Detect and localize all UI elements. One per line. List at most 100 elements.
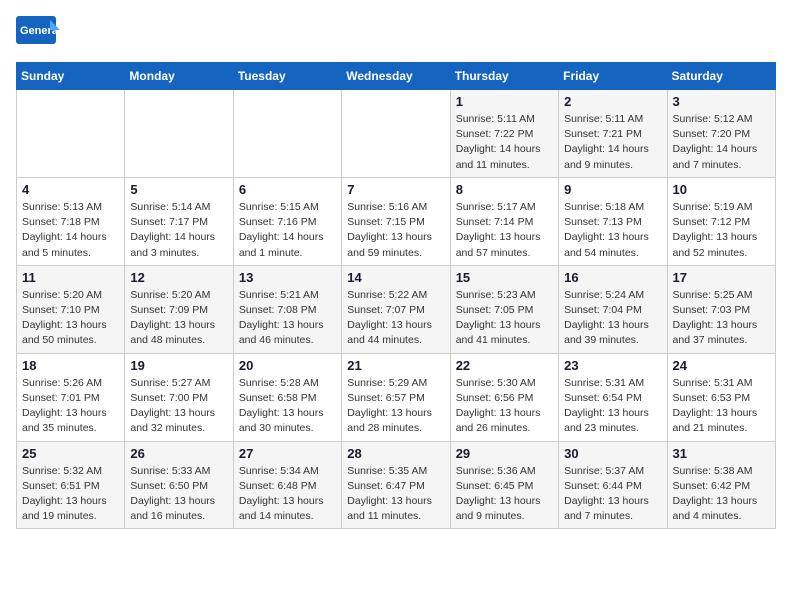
day-number: 25	[22, 446, 119, 461]
calendar-cell: 9 Sunrise: 5:18 AMSunset: 7:13 PMDaylight…	[559, 177, 667, 265]
day-info: Sunrise: 5:32 AMSunset: 6:51 PMDaylight:…	[22, 464, 119, 525]
calendar-cell: 3 Sunrise: 5:12 AMSunset: 7:20 PMDaylight…	[667, 90, 775, 178]
day-number: 29	[456, 446, 553, 461]
day-number: 5	[130, 182, 227, 197]
day-number: 21	[347, 358, 444, 373]
calendar-week-row: 4 Sunrise: 5:13 AMSunset: 7:18 PMDaylight…	[17, 177, 776, 265]
page-header: General	[16, 16, 776, 54]
day-number: 6	[239, 182, 336, 197]
day-info: Sunrise: 5:22 AMSunset: 7:07 PMDaylight:…	[347, 288, 444, 349]
day-number: 13	[239, 270, 336, 285]
day-number: 16	[564, 270, 661, 285]
day-info: Sunrise: 5:38 AMSunset: 6:42 PMDaylight:…	[673, 464, 770, 525]
header-wednesday: Wednesday	[342, 63, 450, 90]
day-info: Sunrise: 5:14 AMSunset: 7:17 PMDaylight:…	[130, 200, 227, 261]
calendar-cell: 29 Sunrise: 5:36 AMSunset: 6:45 PMDayligh…	[450, 441, 558, 529]
day-info: Sunrise: 5:27 AMSunset: 7:00 PMDaylight:…	[130, 376, 227, 437]
calendar-cell: 19 Sunrise: 5:27 AMSunset: 7:00 PMDayligh…	[125, 353, 233, 441]
calendar-cell: 20 Sunrise: 5:28 AMSunset: 6:58 PMDayligh…	[233, 353, 341, 441]
calendar-cell	[17, 90, 125, 178]
calendar-cell: 22 Sunrise: 5:30 AMSunset: 6:56 PMDayligh…	[450, 353, 558, 441]
calendar-cell: 27 Sunrise: 5:34 AMSunset: 6:48 PMDayligh…	[233, 441, 341, 529]
day-info: Sunrise: 5:31 AMSunset: 6:53 PMDaylight:…	[673, 376, 770, 437]
day-number: 3	[673, 94, 770, 109]
calendar-cell	[233, 90, 341, 178]
calendar-cell: 13 Sunrise: 5:21 AMSunset: 7:08 PMDayligh…	[233, 265, 341, 353]
day-number: 4	[22, 182, 119, 197]
day-number: 24	[673, 358, 770, 373]
header-friday: Friday	[559, 63, 667, 90]
calendar-cell: 30Sunrise: 5:37 AMSunset: 6:44 PMDayligh…	[559, 441, 667, 529]
day-number: 1	[456, 94, 553, 109]
calendar-cell: 25 Sunrise: 5:32 AMSunset: 6:51 PMDayligh…	[17, 441, 125, 529]
calendar-cell: 31Sunrise: 5:38 AMSunset: 6:42 PMDayligh…	[667, 441, 775, 529]
day-number: 18	[22, 358, 119, 373]
calendar-cell: 12 Sunrise: 5:20 AMSunset: 7:09 PMDayligh…	[125, 265, 233, 353]
day-info: Sunrise: 5:20 AMSunset: 7:10 PMDaylight:…	[22, 288, 119, 349]
calendar-cell: 7Sunrise: 5:16 AMSunset: 7:15 PMDaylight…	[342, 177, 450, 265]
day-info: Sunrise: 5:15 AMSunset: 7:16 PMDaylight:…	[239, 200, 336, 261]
day-info: Sunrise: 5:13 AMSunset: 7:18 PMDaylight:…	[22, 200, 119, 261]
calendar-cell: 1Sunrise: 5:11 AMSunset: 7:22 PMDaylight…	[450, 90, 558, 178]
day-number: 20	[239, 358, 336, 373]
calendar-cell: 26 Sunrise: 5:33 AMSunset: 6:50 PMDayligh…	[125, 441, 233, 529]
day-info: Sunrise: 5:19 AMSunset: 7:12 PMDaylight:…	[673, 200, 770, 261]
day-info: Sunrise: 5:24 AMSunset: 7:04 PMDaylight:…	[564, 288, 661, 349]
day-number: 14	[347, 270, 444, 285]
day-info: Sunrise: 5:36 AMSunset: 6:45 PMDaylight:…	[456, 464, 553, 525]
day-number: 26	[130, 446, 227, 461]
calendar-cell: 15 Sunrise: 5:23 AMSunset: 7:05 PMDayligh…	[450, 265, 558, 353]
day-info: Sunrise: 5:31 AMSunset: 6:54 PMDaylight:…	[564, 376, 661, 437]
day-number: 27	[239, 446, 336, 461]
calendar-cell: 8 Sunrise: 5:17 AMSunset: 7:14 PMDaylight…	[450, 177, 558, 265]
day-info: Sunrise: 5:18 AMSunset: 7:13 PMDaylight:…	[564, 200, 661, 261]
day-number: 23	[564, 358, 661, 373]
header-sunday: Sunday	[17, 63, 125, 90]
logo-icon: General	[16, 16, 60, 52]
day-number: 8	[456, 182, 553, 197]
calendar-table: SundayMondayTuesdayWednesdayThursdayFrid…	[16, 62, 776, 529]
day-info: Sunrise: 5:20 AMSunset: 7:09 PMDaylight:…	[130, 288, 227, 349]
calendar-week-row: 1Sunrise: 5:11 AMSunset: 7:22 PMDaylight…	[17, 90, 776, 178]
day-info: Sunrise: 5:33 AMSunset: 6:50 PMDaylight:…	[130, 464, 227, 525]
calendar-cell: 17Sunrise: 5:25 AMSunset: 7:03 PMDayligh…	[667, 265, 775, 353]
calendar-week-row: 11Sunrise: 5:20 AMSunset: 7:10 PMDayligh…	[17, 265, 776, 353]
calendar-cell: 21Sunrise: 5:29 AMSunset: 6:57 PMDayligh…	[342, 353, 450, 441]
day-info: Sunrise: 5:35 AMSunset: 6:47 PMDaylight:…	[347, 464, 444, 525]
header-tuesday: Tuesday	[233, 63, 341, 90]
day-number: 7	[347, 182, 444, 197]
day-info: Sunrise: 5:11 AMSunset: 7:21 PMDaylight:…	[564, 112, 661, 173]
calendar-cell: 24 Sunrise: 5:31 AMSunset: 6:53 PMDayligh…	[667, 353, 775, 441]
calendar-cell: 4 Sunrise: 5:13 AMSunset: 7:18 PMDaylight…	[17, 177, 125, 265]
header-monday: Monday	[125, 63, 233, 90]
day-number: 22	[456, 358, 553, 373]
day-number: 10	[673, 182, 770, 197]
calendar-cell	[125, 90, 233, 178]
day-number: 15	[456, 270, 553, 285]
calendar-cell: 6 Sunrise: 5:15 AMSunset: 7:16 PMDaylight…	[233, 177, 341, 265]
day-info: Sunrise: 5:21 AMSunset: 7:08 PMDaylight:…	[239, 288, 336, 349]
calendar-cell: 16 Sunrise: 5:24 AMSunset: 7:04 PMDayligh…	[559, 265, 667, 353]
day-info: Sunrise: 5:28 AMSunset: 6:58 PMDaylight:…	[239, 376, 336, 437]
day-info: Sunrise: 5:17 AMSunset: 7:14 PMDaylight:…	[456, 200, 553, 261]
day-info: Sunrise: 5:23 AMSunset: 7:05 PMDaylight:…	[456, 288, 553, 349]
calendar-week-row: 25 Sunrise: 5:32 AMSunset: 6:51 PMDayligh…	[17, 441, 776, 529]
calendar-cell: 28 Sunrise: 5:35 AMSunset: 6:47 PMDayligh…	[342, 441, 450, 529]
logo: General	[16, 16, 60, 54]
day-info: Sunrise: 5:30 AMSunset: 6:56 PMDaylight:…	[456, 376, 553, 437]
day-number: 9	[564, 182, 661, 197]
day-number: 28	[347, 446, 444, 461]
calendar-cell: 14 Sunrise: 5:22 AMSunset: 7:07 PMDayligh…	[342, 265, 450, 353]
calendar-cell: 2Sunrise: 5:11 AMSunset: 7:21 PMDaylight…	[559, 90, 667, 178]
day-number: 19	[130, 358, 227, 373]
day-info: Sunrise: 5:37 AMSunset: 6:44 PMDaylight:…	[564, 464, 661, 525]
calendar-cell: 10 Sunrise: 5:19 AMSunset: 7:12 PMDayligh…	[667, 177, 775, 265]
calendar-week-row: 18Sunrise: 5:26 AMSunset: 7:01 PMDayligh…	[17, 353, 776, 441]
calendar-cell: 5 Sunrise: 5:14 AMSunset: 7:17 PMDaylight…	[125, 177, 233, 265]
day-info: Sunrise: 5:12 AMSunset: 7:20 PMDaylight:…	[673, 112, 770, 173]
calendar-cell	[342, 90, 450, 178]
day-number: 12	[130, 270, 227, 285]
header-saturday: Saturday	[667, 63, 775, 90]
calendar-cell: 18Sunrise: 5:26 AMSunset: 7:01 PMDayligh…	[17, 353, 125, 441]
day-info: Sunrise: 5:34 AMSunset: 6:48 PMDaylight:…	[239, 464, 336, 525]
